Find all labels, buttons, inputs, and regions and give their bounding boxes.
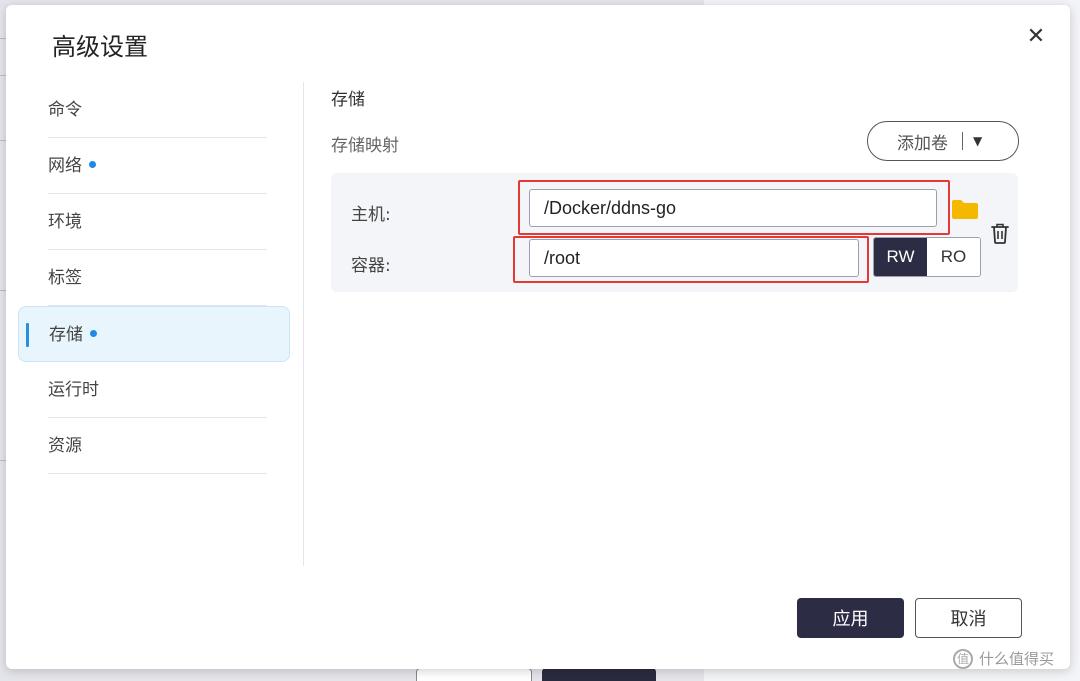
split-divider [962, 132, 963, 150]
add-volume-label: 添加卷 [897, 133, 948, 154]
sidebar-item-storage[interactable]: 存储 [18, 306, 290, 362]
sidebar-item-command[interactable]: 命令 [48, 82, 267, 138]
sidebar-item-label: 环境 [48, 212, 82, 232]
sidebar-item-label: 命令 [48, 100, 82, 120]
container-path-label: 容器: [351, 256, 391, 276]
close-icon[interactable]: ✕ [1024, 25, 1048, 49]
add-volume-button[interactable]: 添加卷 ▼ [867, 121, 1019, 161]
folder-icon[interactable] [951, 198, 979, 220]
caret-down-icon[interactable]: ▼ [973, 134, 982, 148]
apply-button[interactable]: 应用 [797, 598, 904, 638]
sidebar-item-environment[interactable]: 环境 [48, 194, 267, 250]
background-button [416, 668, 532, 681]
host-path-label: 主机: [351, 205, 391, 225]
sidebar-item-label: 运行时 [48, 380, 99, 400]
access-mode-toggle: RW RO [873, 237, 981, 277]
modified-dot-icon [89, 160, 96, 168]
section-title: 存储 [331, 90, 365, 110]
sidebar-item-label: 存储 [49, 325, 83, 345]
modified-dot-icon [90, 329, 97, 337]
sidebar-item-resources[interactable]: 资源 [48, 418, 267, 474]
sidebar-item-label: 标签 [48, 268, 82, 288]
storage-mapping-label: 存储映射 [331, 136, 399, 156]
advanced-settings-dialog: 高级设置 ✕ 命令 网络 环境 标签 存储 运行时 资源 存储 存储映射 添加卷… [6, 5, 1070, 669]
sidebar-item-label: 资源 [48, 436, 82, 456]
sidebar-item-runtime[interactable]: 运行时 [48, 362, 267, 418]
dialog-title: 高级设置 [52, 33, 148, 61]
sidebar-item-label: 网络 [48, 156, 82, 176]
volume-mapping-row: 主机: 容器: RW RO [331, 173, 1018, 292]
sidebar-item-labels[interactable]: 标签 [48, 250, 267, 306]
sidebar-divider [303, 82, 304, 566]
mode-rw-button[interactable]: RW [874, 238, 927, 276]
cancel-button[interactable]: 取消 [915, 598, 1022, 638]
sidebar-item-network[interactable]: 网络 [48, 138, 267, 194]
watermark-logo-icon: 值 [953, 648, 973, 669]
host-path-input[interactable] [529, 189, 937, 227]
container-path-input[interactable] [529, 239, 859, 277]
watermark-text: 什么值得买 [979, 650, 1055, 668]
site-watermark: 值 什么值得买 [953, 648, 1054, 669]
background-button [542, 668, 656, 681]
trash-icon[interactable] [989, 221, 1011, 245]
settings-sidebar: 命令 网络 环境 标签 存储 运行时 资源 [18, 82, 290, 474]
mode-ro-button[interactable]: RO [927, 238, 980, 276]
